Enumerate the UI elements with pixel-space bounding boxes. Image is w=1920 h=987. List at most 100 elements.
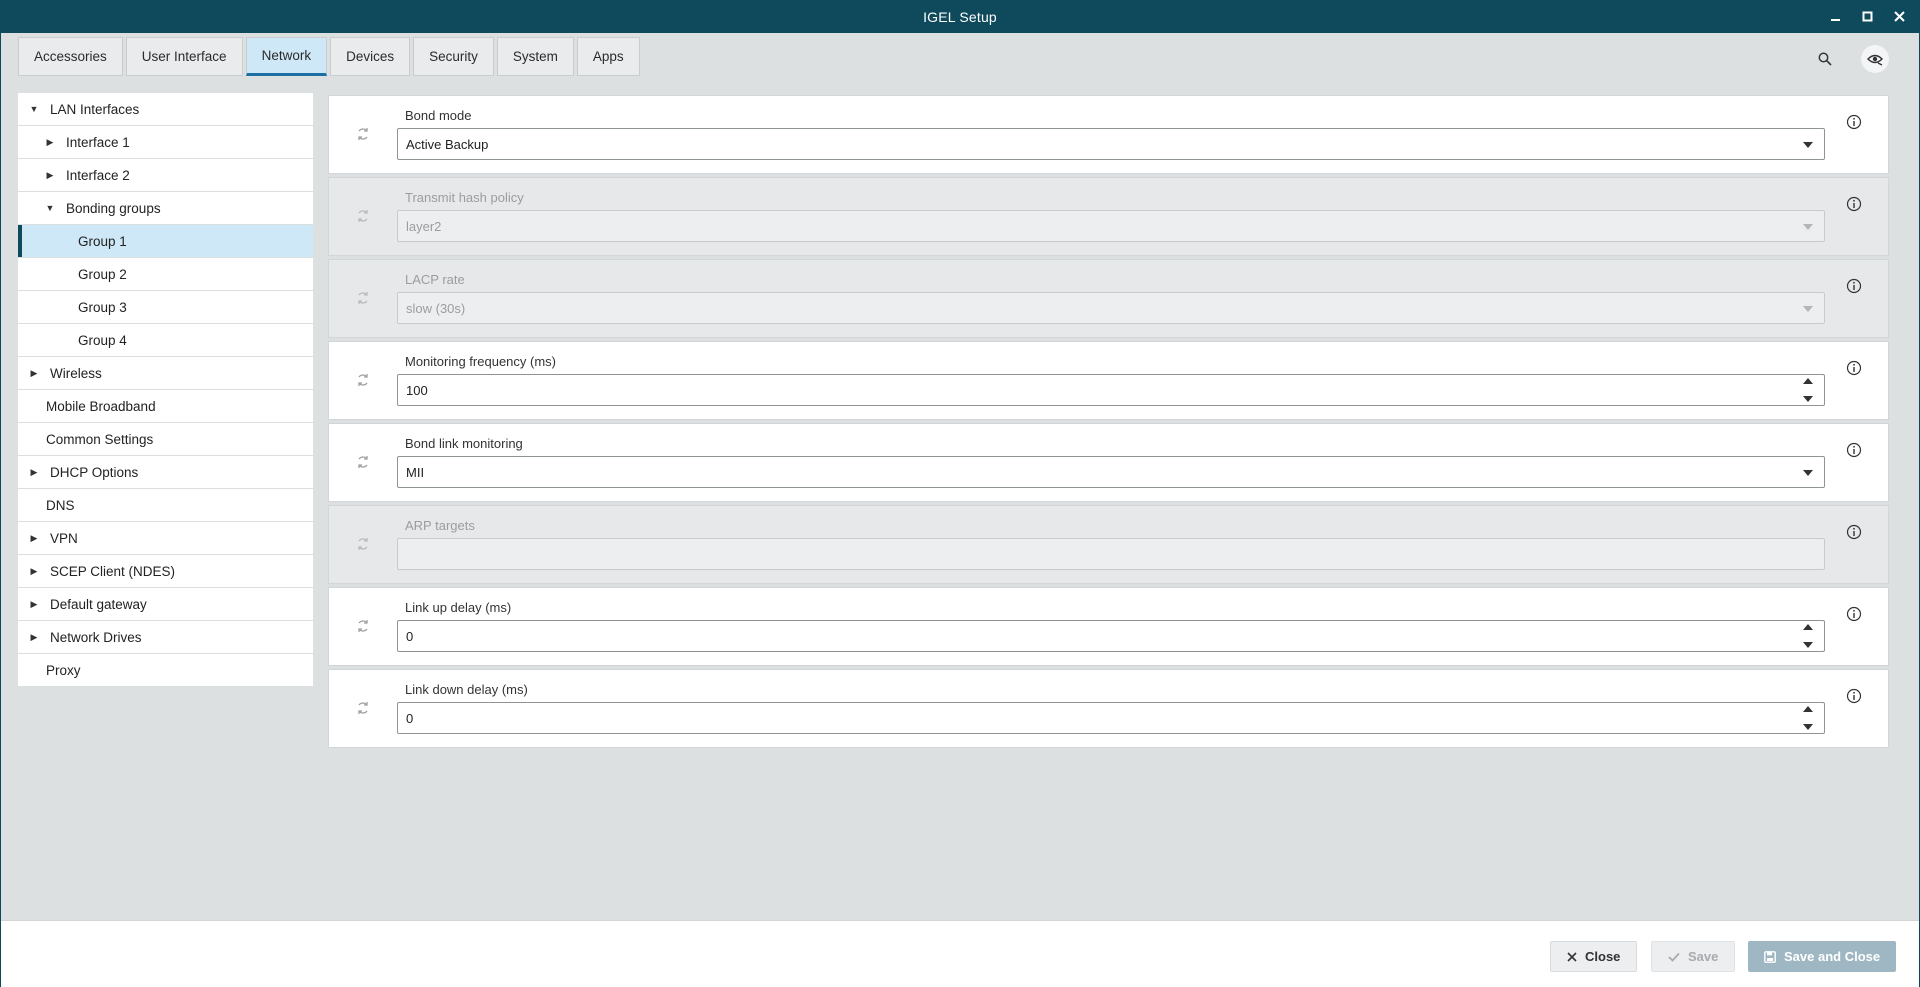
sidebar-tree: ▼ LAN Interfaces ▶ Interface 1 ▶ Interface … [18, 93, 313, 687]
save-button[interactable]: Save [1651, 941, 1736, 972]
save-and-close-button[interactable]: Save and Close [1748, 941, 1897, 972]
arp-targets-input [397, 538, 1825, 570]
tab-system[interactable]: System [496, 37, 574, 76]
search-icon [1818, 52, 1832, 66]
monitoring-frequency-input[interactable]: 100 [397, 374, 1825, 406]
reset-icon[interactable] [355, 618, 371, 634]
collapsed-arrow-icon[interactable]: ▶ [44, 137, 56, 148]
transmit-hash-policy-select: layer2 [397, 210, 1825, 242]
maximize-button[interactable] [1860, 10, 1874, 24]
info-icon[interactable] [1846, 114, 1862, 130]
sidebar-item-lan-interfaces[interactable]: ▼ LAN Interfaces [18, 93, 313, 126]
sidebar-item-common-settings[interactable]: Common Settings [18, 423, 313, 456]
expanded-arrow-icon[interactable]: ▼ [44, 203, 56, 213]
hide-settings-button[interactable] [1861, 45, 1889, 73]
monitoring-frequency-label: Monitoring frequency (ms) [405, 354, 556, 369]
collapsed-arrow-icon[interactable]: ▶ [28, 632, 40, 643]
tab-apps[interactable]: Apps [576, 37, 640, 76]
info-icon[interactable] [1846, 196, 1862, 212]
close-icon [1567, 951, 1577, 962]
info-icon[interactable] [1846, 442, 1862, 458]
collapsed-arrow-icon[interactable]: ▶ [28, 467, 40, 478]
link-up-delay-setting: Link up delay (ms) 0 [328, 587, 1889, 666]
sidebar-item-group-3[interactable]: Group 3 [18, 291, 313, 324]
spin-up-icon [1803, 706, 1813, 712]
spin-up-icon [1803, 378, 1813, 384]
sidebar-item-bonding-groups[interactable]: ▼ Bonding groups [18, 192, 313, 225]
expanded-arrow-icon[interactable]: ▼ [28, 104, 40, 114]
tab-security[interactable]: Security [413, 37, 494, 76]
number-stepper[interactable] [1802, 378, 1814, 402]
sidebar-item-mobile-broadband[interactable]: Mobile Broadband [18, 390, 313, 423]
close-button[interactable]: Close [1550, 941, 1638, 972]
reset-icon [358, 292, 368, 304]
sidebar-item-wireless[interactable]: ▶ Wireless [18, 357, 313, 390]
window-controls [1828, 0, 1906, 33]
bond-mode-setting: Bond mode Active Backup [328, 95, 1889, 174]
link-up-delay-label: Link up delay (ms) [405, 600, 512, 615]
collapsed-arrow-icon[interactable]: ▶ [28, 599, 40, 610]
hide-eye-icon [1867, 54, 1883, 66]
number-stepper[interactable] [1802, 706, 1814, 730]
info-icon[interactable] [1846, 360, 1862, 376]
sidebar-item-default-gateway[interactable]: ▶ Default gateway [18, 588, 313, 621]
checkmark-icon [1668, 952, 1680, 962]
window-close-button[interactable] [1892, 10, 1906, 24]
info-icon[interactable] [1846, 524, 1862, 540]
reset-icon[interactable] [355, 126, 371, 142]
maximize-icon [1862, 11, 1872, 22]
sidebar-item-group-4[interactable]: Group 4 [18, 324, 313, 357]
spin-up-icon [1803, 624, 1813, 630]
bond-mode-select[interactable]: Active Backup [397, 128, 1825, 160]
tab-devices[interactable]: Devices [330, 37, 411, 76]
minimize-icon [1830, 19, 1840, 21]
sidebar-item-interface-2[interactable]: ▶ Interface 2 [18, 159, 313, 192]
info-icon[interactable] [1846, 278, 1862, 294]
sidebar-item-dns[interactable]: DNS [18, 489, 313, 522]
floppy-disk-icon [1764, 950, 1776, 963]
sidebar-item-group-1[interactable]: Group 1 [18, 225, 313, 258]
bond-link-monitoring-label: Bond link monitoring [405, 436, 523, 451]
link-up-delay-input[interactable]: 0 [397, 620, 1825, 652]
collapsed-arrow-icon[interactable]: ▶ [28, 566, 40, 577]
sidebar-item-scep-client[interactable]: ▶ SCEP Client (NDES) [18, 555, 313, 588]
search-button[interactable] [1811, 45, 1839, 73]
reset-icon [358, 210, 368, 222]
sidebar-item-proxy[interactable]: Proxy [18, 654, 313, 687]
title-bar: IGEL Setup [0, 0, 1920, 33]
top-right-tools [1811, 45, 1889, 73]
reset-icon [358, 538, 368, 550]
collapsed-arrow-icon[interactable]: ▶ [44, 170, 56, 181]
main-tabs: Accessories User Interface Network Devic… [18, 37, 640, 76]
tab-user-interface[interactable]: User Interface [125, 37, 243, 76]
bond-mode-label: Bond mode [405, 108, 472, 123]
sidebar-item-dhcp-options[interactable]: ▶ DHCP Options [18, 456, 313, 489]
app-body: Accessories User Interface Network Devic… [0, 33, 1920, 987]
bond-link-monitoring-select[interactable]: MII [397, 456, 1825, 488]
chevron-down-icon[interactable] [1798, 463, 1818, 483]
sidebar-item-group-2[interactable]: Group 2 [18, 258, 313, 291]
link-down-delay-input[interactable]: 0 [397, 702, 1825, 734]
minimize-button[interactable] [1828, 10, 1842, 24]
reset-icon[interactable] [355, 372, 371, 388]
reset-icon[interactable] [355, 454, 371, 470]
info-icon[interactable] [1846, 688, 1862, 704]
monitoring-frequency-setting: Monitoring frequency (ms) 100 [328, 341, 1889, 420]
sidebar-item-interface-1[interactable]: ▶ Interface 1 [18, 126, 313, 159]
tab-network[interactable]: Network [245, 37, 328, 76]
sidebar-item-network-drives[interactable]: ▶ Network Drives [18, 621, 313, 654]
info-icon[interactable] [1846, 606, 1862, 622]
lacp-rate-label: LACP rate [405, 272, 465, 287]
bond-link-monitoring-setting: Bond link monitoring MII [328, 423, 1889, 502]
transmit-hash-policy-label: Transmit hash policy [405, 190, 524, 205]
number-stepper[interactable] [1802, 624, 1814, 648]
collapsed-arrow-icon[interactable]: ▶ [28, 533, 40, 544]
sidebar-item-vpn[interactable]: ▶ VPN [18, 522, 313, 555]
collapsed-arrow-icon[interactable]: ▶ [28, 368, 40, 379]
chevron-down-icon[interactable] [1798, 135, 1818, 155]
settings-panel: Bond mode Active Backup Transmit hash po… [328, 95, 1889, 751]
tab-accessories[interactable]: Accessories [18, 37, 123, 76]
lacp-rate-select: slow (30s) [397, 292, 1825, 324]
reset-icon[interactable] [355, 700, 371, 716]
arp-targets-label: ARP targets [405, 518, 475, 533]
